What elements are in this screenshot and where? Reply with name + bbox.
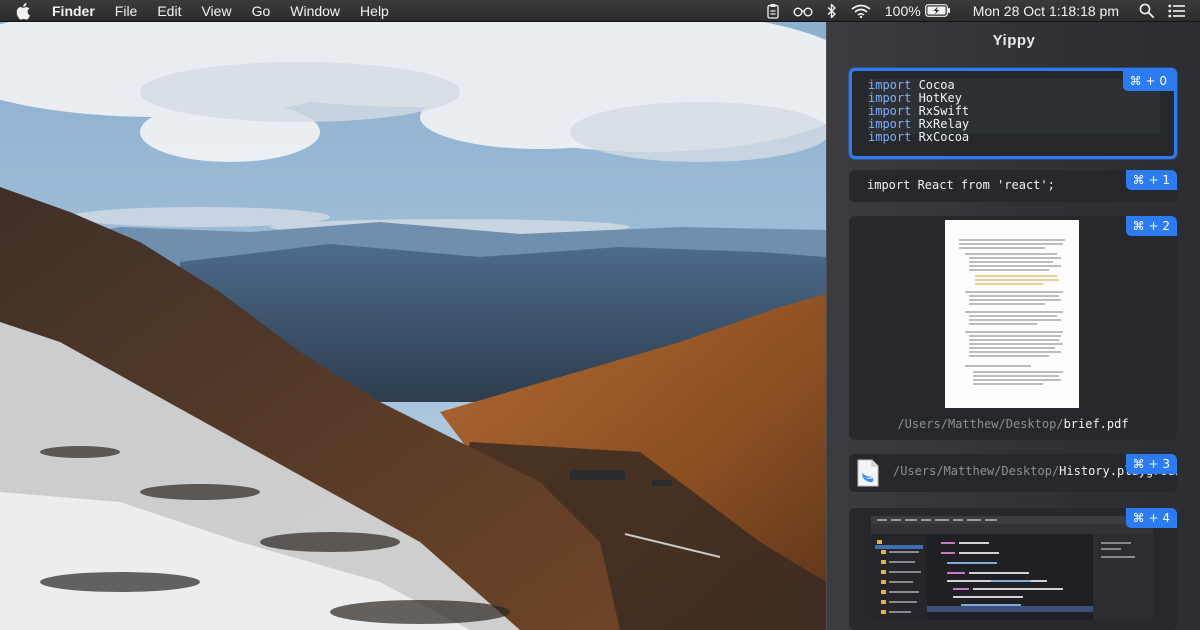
- code-module: RxSwift: [911, 104, 970, 118]
- bluetooth-icon[interactable]: [827, 0, 837, 22]
- menu-view[interactable]: View: [201, 0, 231, 22]
- code-module: HotKey: [911, 91, 962, 105]
- glasses-icon[interactable]: [793, 0, 813, 22]
- code-keyword: import: [868, 117, 912, 131]
- clipboard-item-1[interactable]: import React from 'react'; ⌘ + 1: [849, 170, 1177, 202]
- code-module: Cocoa: [911, 78, 955, 92]
- menu-bar: Finder File Edit View Go Window Help 100…: [0, 0, 1200, 22]
- file-directory: /Users/Matthew/Desktop/: [893, 464, 1060, 478]
- menu-file[interactable]: File: [115, 0, 138, 22]
- menu-help[interactable]: Help: [360, 0, 389, 22]
- menu-app-finder[interactable]: Finder: [52, 0, 95, 22]
- code-keyword: import: [868, 78, 912, 92]
- battery-charging-icon[interactable]: [924, 0, 951, 22]
- menu-window[interactable]: Window: [290, 0, 340, 22]
- text-preview: import React from 'react';: [867, 178, 1055, 192]
- screenshot-thumbnail: [871, 516, 1153, 620]
- code-module: RxCocoa: [911, 130, 970, 144]
- code-line: import RxCocoa: [868, 131, 1160, 144]
- file-directory: /Users/Matthew/Desktop/: [897, 417, 1064, 431]
- shortcut-badge: ⌘ + 3: [1125, 454, 1177, 474]
- menu-edit[interactable]: Edit: [157, 0, 181, 22]
- file-path: /Users/Matthew/Desktop/brief.pdf: [849, 417, 1177, 431]
- shortcut-badge: ⌘ + 1: [1125, 170, 1177, 190]
- clipboard-item-0[interactable]: import Cocoa import HotKey import RxSwif…: [849, 68, 1177, 159]
- battery-percent[interactable]: 100%: [885, 0, 921, 22]
- apple-menu-icon[interactable]: [16, 2, 34, 20]
- shortcut-badge: ⌘ + 4: [1125, 508, 1177, 528]
- yippy-panel: Yippy import Cocoa import HotKey import …: [826, 22, 1200, 630]
- notification-center-icon[interactable]: [1168, 0, 1186, 22]
- code-keyword: import: [868, 91, 912, 105]
- clipboard-item-4[interactable]: ⌘ + 4: [849, 508, 1177, 630]
- code-keyword: import: [868, 104, 912, 118]
- spotlight-search-icon[interactable]: [1139, 0, 1154, 22]
- clipboard-item-2[interactable]: /Users/Matthew/Desktop/brief.pdf ⌘ + 2: [849, 216, 1177, 440]
- code-keyword: import: [868, 130, 912, 144]
- shortcut-badge: ⌘ + 2: [1125, 216, 1177, 236]
- code-module: RxRelay: [911, 117, 970, 131]
- menu-clock[interactable]: Mon 28 Oct 1:18:18 pm: [973, 0, 1119, 22]
- clipboard-icon[interactable]: [767, 0, 779, 22]
- panel-title: Yippy: [992, 32, 1036, 49]
- desktop-wallpaper: [0, 22, 826, 630]
- code-preview: import Cocoa import HotKey import RxSwif…: [868, 78, 1160, 144]
- wifi-icon[interactable]: [851, 0, 871, 22]
- clipboard-item-3[interactable]: /Users/Matthew/Desktop/History.playgroun…: [849, 454, 1177, 492]
- shortcut-badge: ⌘ + 0: [1122, 71, 1174, 91]
- pdf-thumbnail: [945, 220, 1079, 408]
- menu-go[interactable]: Go: [252, 0, 271, 22]
- swift-playground-file-icon: [857, 459, 879, 487]
- file-name: brief.pdf: [1063, 417, 1129, 431]
